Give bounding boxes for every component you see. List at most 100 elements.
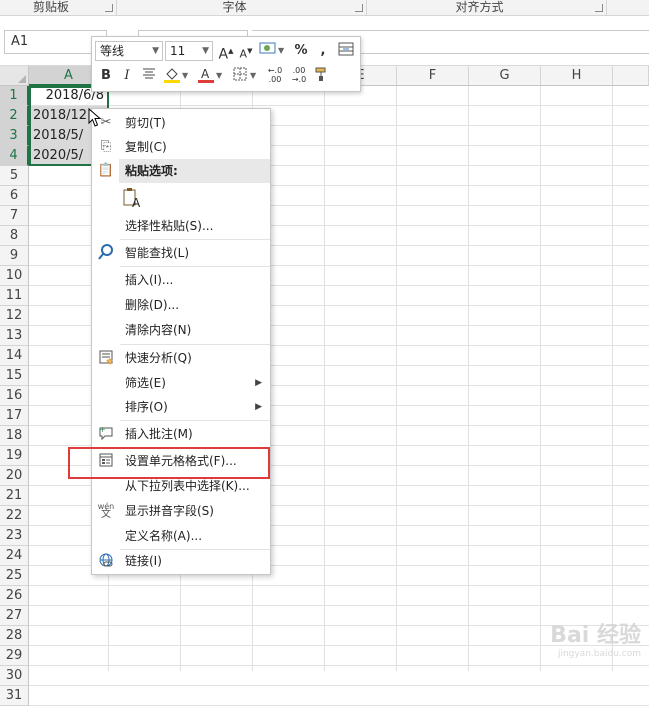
- clipboard-group: 剪贴板: [0, 0, 117, 16]
- menu-separator: [120, 344, 270, 345]
- alignment-launcher-icon[interactable]: [595, 4, 603, 12]
- format-painter-button[interactable]: [312, 66, 332, 86]
- menu-item-delete[interactable]: 删除(D)...: [92, 293, 270, 317]
- menu-item-smart-lookup[interactable]: 智能查找(L): [92, 241, 270, 265]
- row-header[interactable]: 5: [0, 166, 29, 186]
- smart-lookup-icon: [97, 244, 115, 262]
- row-header[interactable]: 17: [0, 406, 29, 426]
- column-header-i[interactable]: [613, 66, 649, 86]
- row-header[interactable]: 10: [0, 266, 29, 286]
- row-header[interactable]: 13: [0, 326, 29, 346]
- menu-item-paste-special[interactable]: 选择性粘贴(S)...: [92, 214, 270, 238]
- shrink-font-button[interactable]: A▼: [238, 41, 254, 61]
- row-header[interactable]: 22: [0, 506, 29, 526]
- borders-icon: ▼: [233, 67, 257, 81]
- align-center-button[interactable]: [140, 66, 158, 86]
- row-header[interactable]: 14: [0, 346, 29, 366]
- row-header[interactable]: 26: [0, 586, 29, 606]
- menu-item-quick-analysis-label: 快速分析(Q): [125, 351, 192, 365]
- ribbon-group-bar: 剪贴板 字体 对齐方式: [0, 0, 649, 16]
- font-color-button[interactable]: A ▼: [196, 66, 224, 86]
- menu-item-filter[interactable]: 筛选(E) ▶: [92, 371, 270, 395]
- bold-button[interactable]: B: [98, 66, 114, 86]
- watermark-text: Bai 经验: [550, 623, 641, 648]
- row-header[interactable]: 15: [0, 366, 29, 386]
- font-size-select[interactable]: 11 ▼: [165, 41, 213, 61]
- merge-center-button[interactable]: [336, 41, 356, 61]
- row-header[interactable]: 4: [0, 146, 29, 166]
- column-header-g[interactable]: G: [469, 66, 541, 86]
- column-header-h[interactable]: H: [541, 66, 613, 86]
- link-icon: [97, 552, 115, 570]
- grid-line: [324, 86, 325, 671]
- percent-style-button[interactable]: %: [292, 41, 310, 61]
- row-header[interactable]: 16: [0, 386, 29, 406]
- row-header[interactable]: 8: [0, 226, 29, 246]
- row-header[interactable]: 18: [0, 426, 29, 446]
- paste-text-icon: A: [123, 188, 141, 210]
- paste-keep-text-button[interactable]: A: [122, 187, 146, 211]
- row-header[interactable]: 29: [0, 646, 29, 666]
- menu-item-cut[interactable]: ✂ 剪切(T): [92, 111, 270, 135]
- menu-item-quick-analysis[interactable]: 快速分析(Q): [92, 346, 270, 370]
- alignment-group-label: 对齐方式: [455, 0, 504, 14]
- menu-item-link-label: 链接(I): [125, 554, 162, 568]
- font-name-select[interactable]: 等线 ▼: [95, 41, 163, 61]
- row-header[interactable]: 3: [0, 126, 29, 146]
- currency-icon: ▼: [259, 42, 285, 55]
- menu-item-paste-special-label: 选择性粘贴(S)...: [125, 219, 214, 233]
- comma-style-button[interactable]: ,: [316, 41, 330, 61]
- increase-decimal-button[interactable]: ←.0 .00: [264, 66, 286, 86]
- row-header[interactable]: 24: [0, 546, 29, 566]
- menu-item-insert-label: 插入(I)...: [125, 273, 174, 287]
- row-header[interactable]: 19: [0, 446, 29, 466]
- row-header[interactable]: 6: [0, 186, 29, 206]
- row-header[interactable]: 7: [0, 206, 29, 226]
- column-header-f[interactable]: F: [397, 66, 469, 86]
- fill-color-button[interactable]: ▼: [162, 66, 190, 86]
- row-header[interactable]: 20: [0, 466, 29, 486]
- menu-item-clear-contents[interactable]: 清除内容(N): [92, 318, 270, 342]
- menu-item-insert-comment[interactable]: + 插入批注(M): [92, 422, 270, 446]
- clipboard-group-label: 剪贴板: [32, 0, 69, 14]
- grow-font-button[interactable]: A▲: [217, 41, 235, 63]
- grid-line: [29, 105, 649, 106]
- row-header[interactable]: 12: [0, 306, 29, 326]
- row-header[interactable]: 25: [0, 566, 29, 586]
- menu-item-define-name[interactable]: 定义名称(A)...: [92, 524, 270, 548]
- menu-item-insert[interactable]: 插入(I)...: [92, 268, 270, 292]
- clipboard-launcher-icon[interactable]: [105, 4, 113, 12]
- borders-button[interactable]: ▼: [232, 66, 260, 86]
- menu-item-show-phonetic[interactable]: wén 文 显示拼音字段(S): [92, 499, 270, 523]
- row-header[interactable]: 28: [0, 626, 29, 646]
- row-header[interactable]: 30: [0, 666, 29, 686]
- menu-item-sort[interactable]: 排序(O) ▶: [92, 395, 270, 419]
- menu-separator: [120, 266, 270, 267]
- select-all-corner[interactable]: [0, 66, 29, 86]
- menu-item-show-phonetic-label: 显示拼音字段(S): [125, 504, 214, 518]
- menu-item-clear-contents-label: 清除内容(N): [125, 323, 192, 337]
- decrease-decimal-button[interactable]: .00 →.0: [288, 66, 310, 86]
- mouse-cursor-icon: [88, 108, 102, 127]
- chevron-down-icon: ▼: [152, 46, 159, 56]
- number-format-button[interactable]: ▼: [258, 41, 286, 61]
- italic-button[interactable]: I: [119, 66, 135, 86]
- svg-text:A: A: [132, 196, 141, 209]
- row-header[interactable]: 1: [0, 86, 29, 106]
- row-header[interactable]: 23: [0, 526, 29, 546]
- grid-line: [468, 86, 469, 671]
- name-box-value: A1: [11, 34, 29, 49]
- svg-text:▼: ▼: [250, 71, 257, 80]
- menu-item-link[interactable]: 链接(I): [92, 549, 270, 573]
- row-header[interactable]: 2: [0, 106, 29, 126]
- row-header[interactable]: 27: [0, 606, 29, 626]
- row-header[interactable]: 11: [0, 286, 29, 306]
- menu-item-copy[interactable]: ⎘ 复制(C): [92, 135, 270, 159]
- row-header[interactable]: 9: [0, 246, 29, 266]
- phonetic-icon-bottom: 文: [101, 509, 111, 520]
- quick-analysis-icon: [97, 349, 115, 367]
- grow-font-label: A: [218, 46, 229, 63]
- font-launcher-icon[interactable]: [355, 4, 363, 12]
- row-header[interactable]: 31: [0, 686, 29, 706]
- row-header[interactable]: 21: [0, 486, 29, 506]
